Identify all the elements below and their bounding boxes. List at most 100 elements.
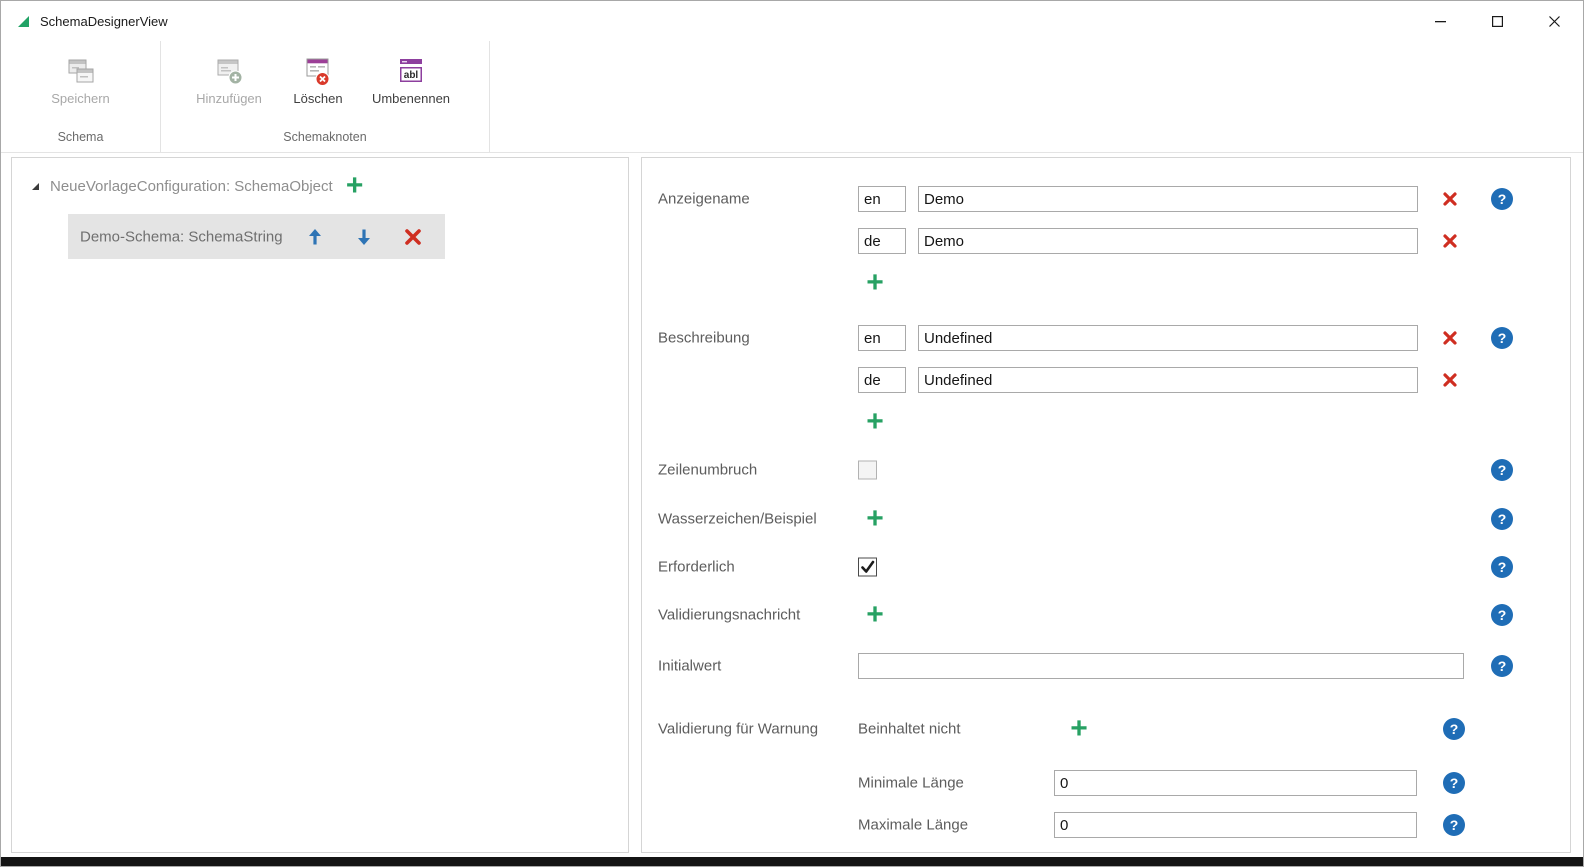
check-icon <box>860 560 875 575</box>
beschreibung-en-value-input[interactable] <box>918 325 1418 351</box>
tree-item-demo-schema[interactable]: Demo-Schema: SchemaString <box>68 214 445 259</box>
tree-root-label: NeueVorlageConfiguration: SchemaObject <box>50 178 333 195</box>
anzeigename-row-en: Anzeigename ? <box>642 186 1570 212</box>
save-icon <box>65 55 97 87</box>
add-node-ribbon-button[interactable]: Hinzufügen <box>179 53 279 106</box>
warnung-label: Validierung für Warnung <box>658 721 818 738</box>
beschreibung-row-en: Beschreibung ? <box>642 325 1570 351</box>
validierungsnachricht-help-button[interactable]: ? <box>1491 604 1513 626</box>
ribbon-group-label-schemaknoten: Schemaknoten <box>161 130 489 144</box>
anzeigename-label: Anzeigename <box>658 191 750 208</box>
close-icon <box>1549 16 1560 27</box>
anzeigename-add-button[interactable]: + <box>862 272 888 294</box>
beschreibung-de-lang-input[interactable] <box>858 367 906 393</box>
beschreibung-add-row: + <box>642 409 1570 435</box>
anzeigename-help-button[interactable]: ? <box>1491 188 1513 210</box>
delete-node-ribbon-button[interactable]: Löschen <box>279 53 357 106</box>
wasserzeichen-row: Wasserzeichen/Beispiel + ? <box>642 506 1570 532</box>
rename-node-ribbon-button[interactable]: abl Umbenennen <box>357 53 465 106</box>
beschreibung-en-lang-input[interactable] <box>858 325 906 351</box>
maximize-icon <box>1492 16 1503 27</box>
ribbon-buttons-schemaknoten: Hinzufügen Löschen <box>161 53 489 106</box>
rename-node-icon: abl <box>395 55 427 87</box>
validierungsnachricht-row: Validierungsnachricht + ? <box>642 602 1570 628</box>
initialwert-row: Initialwert ? <box>642 653 1570 679</box>
beschreibung-add-button[interactable]: + <box>862 411 888 433</box>
initialwert-label: Initialwert <box>658 658 721 675</box>
validierungsnachricht-label: Validierungsnachricht <box>658 607 800 624</box>
anzeigename-en-remove-button[interactable] <box>1442 191 1458 207</box>
maximize-button[interactable] <box>1469 1 1526 41</box>
max-laenge-help-button[interactable]: ? <box>1443 814 1465 836</box>
add-node-button[interactable]: + <box>342 175 368 197</box>
move-down-button[interactable] <box>355 227 373 246</box>
beschreibung-help-button[interactable]: ? <box>1491 327 1513 349</box>
tree-item-label: Demo-Schema: SchemaString <box>80 228 283 245</box>
delete-node-button[interactable] <box>404 228 422 246</box>
initialwert-input[interactable] <box>858 653 1464 679</box>
properties-panel: Anzeigename ? + Beschreibung <box>641 157 1571 853</box>
window-title: SchemaDesignerView <box>40 14 168 29</box>
anzeigename-de-value-input[interactable] <box>918 228 1418 254</box>
anzeigename-row-de <box>642 228 1570 254</box>
anzeigename-de-lang-input[interactable] <box>858 228 906 254</box>
erforderlich-row: Erforderlich ? <box>642 554 1570 580</box>
anzeigename-en-value-input[interactable] <box>918 186 1418 212</box>
svg-text:abl: abl <box>404 70 419 81</box>
warnung-row: Validierung für Warnung Beinhaltet nicht… <box>642 716 1570 742</box>
save-button-label: Speichern <box>51 91 110 106</box>
expander-icon[interactable] <box>30 181 41 192</box>
max-laenge-row: Maximale Länge ? <box>642 812 1570 838</box>
wasserzeichen-help-button[interactable]: ? <box>1491 508 1513 530</box>
anzeigename-de-remove-button[interactable] <box>1442 233 1458 249</box>
rename-node-ribbon-label: Umbenennen <box>372 91 450 106</box>
beschreibung-row-de <box>642 367 1570 393</box>
warnung-mode-label: Beinhaltet nicht <box>858 721 961 738</box>
wasserzeichen-add-button[interactable]: + <box>862 508 888 530</box>
zeilenumbruch-checkbox[interactable] <box>858 461 877 480</box>
delete-node-ribbon-label: Löschen <box>293 91 342 106</box>
titlebar: SchemaDesignerView <box>1 1 1583 41</box>
ribbon-group-schema: Speichern Schema <box>1 41 161 152</box>
ribbon-group-schemaknoten: Hinzufügen Löschen <box>161 41 490 152</box>
max-laenge-input[interactable] <box>1054 812 1417 838</box>
min-laenge-row: Minimale Länge ? <box>642 770 1570 796</box>
anzeigename-en-lang-input[interactable] <box>858 186 906 212</box>
erforderlich-checkbox[interactable] <box>858 558 877 577</box>
beschreibung-de-value-input[interactable] <box>918 367 1418 393</box>
validierungsnachricht-add-button[interactable]: + <box>862 604 888 626</box>
wasserzeichen-label: Wasserzeichen/Beispiel <box>658 511 817 528</box>
close-button[interactable] <box>1526 1 1583 41</box>
minimize-icon <box>1435 16 1446 27</box>
zeilenumbruch-label: Zeilenumbruch <box>658 462 757 479</box>
erforderlich-help-button[interactable]: ? <box>1491 556 1513 578</box>
warnung-add-button[interactable]: + <box>1066 718 1092 740</box>
minimize-button[interactable] <box>1412 1 1469 41</box>
ribbon-buttons-schema: Speichern <box>1 53 160 106</box>
window-controls <box>1412 1 1583 41</box>
anzeigename-add-row: + <box>642 270 1570 296</box>
window-bottom-edge <box>1 857 1583 866</box>
warnung-help-button[interactable]: ? <box>1443 718 1465 740</box>
move-up-button[interactable] <box>306 227 324 246</box>
add-node-icon <box>213 55 245 87</box>
add-node-ribbon-label: Hinzufügen <box>196 91 262 106</box>
beschreibung-de-remove-button[interactable] <box>1442 372 1458 388</box>
initialwert-help-button[interactable]: ? <box>1491 655 1513 677</box>
save-button[interactable]: Speichern <box>31 53 131 106</box>
app-window: SchemaDesignerView <box>0 0 1584 867</box>
zeilenumbruch-row: Zeilenumbruch ? <box>642 457 1570 483</box>
max-laenge-label: Maximale Länge <box>858 817 968 834</box>
min-laenge-label: Minimale Länge <box>858 775 964 792</box>
zeilenumbruch-help-button[interactable]: ? <box>1491 459 1513 481</box>
beschreibung-label: Beschreibung <box>658 330 750 347</box>
tree-root-item[interactable]: NeueVorlageConfiguration: SchemaObject + <box>30 171 368 201</box>
beschreibung-en-remove-button[interactable] <box>1442 330 1458 346</box>
min-laenge-help-button[interactable]: ? <box>1443 772 1465 794</box>
delete-node-icon <box>302 55 334 87</box>
erforderlich-label: Erforderlich <box>658 559 735 576</box>
min-laenge-input[interactable] <box>1054 770 1417 796</box>
app-icon <box>15 13 32 30</box>
ribbon-group-label-schema: Schema <box>1 130 160 144</box>
ribbon: Speichern Schema <box>1 41 1583 153</box>
